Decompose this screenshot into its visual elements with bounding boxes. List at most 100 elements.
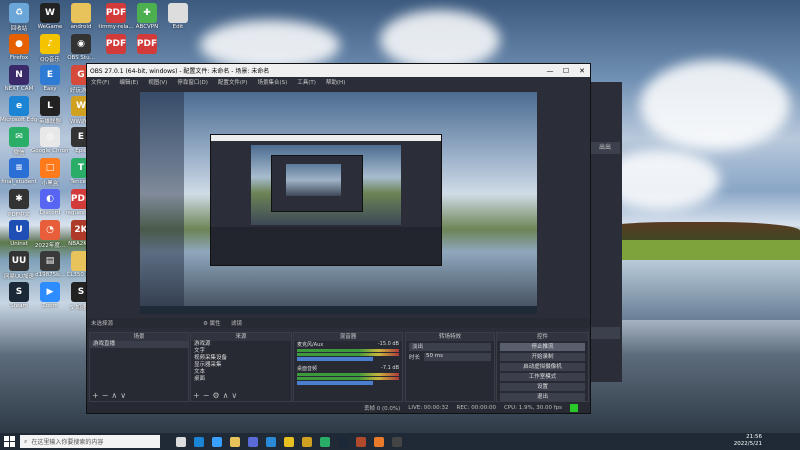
close-button[interactable]: ✕: [574, 67, 590, 75]
transition-select[interactable]: 淡出: [409, 343, 491, 351]
rec-time: REC: 00:00:00: [456, 404, 496, 411]
source-item[interactable]: 文本: [191, 369, 291, 376]
status-indicator: [570, 403, 578, 412]
taskbar-app-obs[interactable]: [388, 433, 406, 450]
volume-slider[interactable]: [297, 357, 373, 361]
obs-back-button[interactable]: [590, 327, 620, 339]
app-icon: [71, 3, 91, 23]
taskbar-search[interactable]: ⌕ 在这里输入你要搜索的内容: [20, 435, 160, 448]
obs-window: OBS 27.0.1 (64-bit, windows) - 配置文件: 未命名…: [86, 63, 591, 414]
menu-edit[interactable]: 编辑(E): [119, 78, 138, 86]
window-title: OBS 27.0.1 (64-bit, windows) - 配置文件: 未命名…: [90, 68, 270, 75]
taskbar-app-files[interactable]: [226, 433, 244, 450]
desktop-icon[interactable]: PDF: [128, 34, 166, 55]
taskbar-app-windows[interactable]: [208, 433, 226, 450]
maximize-button[interactable]: ☐: [558, 67, 574, 75]
app-icon: U: [9, 220, 29, 240]
live-time: LIVE: 00:00:32: [408, 404, 449, 411]
desktop-icon-label: Edit: [172, 24, 184, 30]
preview-taskbar: [140, 306, 537, 314]
taskbar-app-steam[interactable]: [334, 433, 352, 450]
obs-icon: [392, 436, 402, 447]
windows-icon: [3, 436, 15, 447]
mixer-channel-name: 桌面音频: [297, 366, 318, 372]
source-item[interactable]: 游戏源: [191, 341, 291, 348]
source-item[interactable]: 视频采集设备: [191, 355, 291, 362]
search-placeholder: 在这里输入你要搜索的内容: [31, 439, 104, 446]
taskbar-app-wechat[interactable]: [316, 433, 334, 450]
taskbar-app-store[interactable]: [244, 433, 262, 450]
chrome-icon: [284, 436, 294, 447]
sources-dock-title: 来源: [191, 333, 291, 341]
taskbar-app-game1[interactable]: [298, 433, 316, 450]
menu-help[interactable]: 帮助(H): [326, 78, 345, 86]
scene-dock-buttons[interactable]: +−∧∨: [92, 391, 129, 400]
minimize-button[interactable]: —: [542, 67, 558, 75]
source-item[interactable]: 文字: [191, 348, 291, 355]
obs-back-button[interactable]: 出出: [590, 142, 620, 154]
app-icon: ▤: [40, 251, 60, 271]
start-recording-button[interactable]: 开始录制: [500, 353, 585, 361]
virtual-camera-button[interactable]: 启动虚拟摄像机: [500, 363, 585, 371]
cloud: [640, 60, 790, 150]
menu-view[interactable]: 视图(V): [148, 78, 167, 86]
scene-item[interactable]: 游戏直播: [90, 341, 188, 348]
duration-input[interactable]: 50 ms: [424, 353, 491, 361]
taskbar-app-chrome[interactable]: [280, 433, 298, 450]
taskbar-app-vscode[interactable]: [262, 433, 280, 450]
scenes-dock: 场景 游戏直播 +−∧∨: [89, 332, 189, 402]
taskbar: ⌕ 在这里输入你要搜索的内容 21:56 2022/5/21: [0, 433, 800, 450]
dropped-frames: 丢帧 0 (0.0%): [364, 405, 401, 412]
source-item[interactable]: 显示器采集: [191, 362, 291, 369]
app-icon: W: [40, 3, 60, 23]
volume-meter: [297, 373, 399, 376]
source-item[interactable]: 桌面: [191, 376, 291, 383]
taskbar-app-game3[interactable]: [370, 433, 388, 450]
taskbar-app-game2[interactable]: [352, 433, 370, 450]
source-dock-buttons[interactable]: +−⚙∧∨: [193, 391, 240, 400]
nested-preview: [251, 145, 401, 225]
app-icon: □: [40, 158, 60, 178]
app-icon: ◉: [71, 34, 91, 54]
menu-file[interactable]: 文件(F): [91, 78, 109, 86]
no-source-label: 未选择源: [91, 321, 114, 327]
settings-button[interactable]: 设置: [500, 383, 585, 391]
nested-obs-window-2: [271, 155, 363, 212]
clock[interactable]: 21:56 2022/5/21: [734, 434, 762, 448]
transitions-dock-title: 转场特效: [406, 333, 494, 341]
app-icon: ✱: [9, 189, 29, 209]
menu-scene-collection[interactable]: 场景集合(S): [257, 78, 287, 86]
app-icon: ◎: [40, 127, 60, 147]
menu-bar: 文件(F) 编辑(E) 视图(V) 停靠窗口(D) 配置文件(P) 场景集合(S…: [87, 77, 590, 86]
stop-streaming-button[interactable]: 停止推流: [500, 343, 585, 351]
desktop-icon[interactable]: Edit: [159, 3, 197, 30]
volume-slider[interactable]: [297, 381, 373, 385]
preview-canvas[interactable]: [140, 92, 537, 314]
start-button[interactable]: [0, 433, 18, 450]
cloud: [380, 10, 500, 70]
app-icon: ●: [9, 34, 29, 54]
nested-title-bar: [211, 135, 441, 141]
app-icon: PDF: [137, 34, 157, 54]
game3-icon: [374, 436, 384, 447]
taskbar-app-edge[interactable]: [190, 433, 208, 450]
filters-button[interactable]: 滤镜: [231, 319, 242, 327]
desktop-icon[interactable]: android: [62, 3, 100, 30]
clock-time: 21:56: [746, 434, 762, 440]
taskbar-apps: [172, 433, 406, 450]
taskbar-app-task-view[interactable]: [172, 433, 190, 450]
menu-tools[interactable]: 工具(T): [297, 78, 316, 86]
mixer-channel-name: 麦克风/Aux: [297, 342, 324, 348]
desktop-icon[interactable]: ◉ OBS Stu...: [62, 34, 100, 61]
nested-docks: [211, 227, 441, 265]
volume-meter: [297, 377, 399, 380]
cpu-fps: CPU: 1.9%, 30.00 fps: [503, 404, 562, 411]
properties-button[interactable]: ⚙ 属性: [203, 319, 221, 327]
duration-row: 时长 50 ms: [406, 353, 494, 361]
nested-preview-2: [286, 164, 341, 196]
menu-profile[interactable]: 配置文件(P): [218, 78, 248, 86]
studio-mode-button[interactable]: 工作室模式: [500, 373, 585, 381]
menu-docks[interactable]: 停靠窗口(D): [177, 78, 208, 86]
game2-icon: [356, 436, 366, 447]
exit-button[interactable]: 退出: [500, 393, 585, 401]
